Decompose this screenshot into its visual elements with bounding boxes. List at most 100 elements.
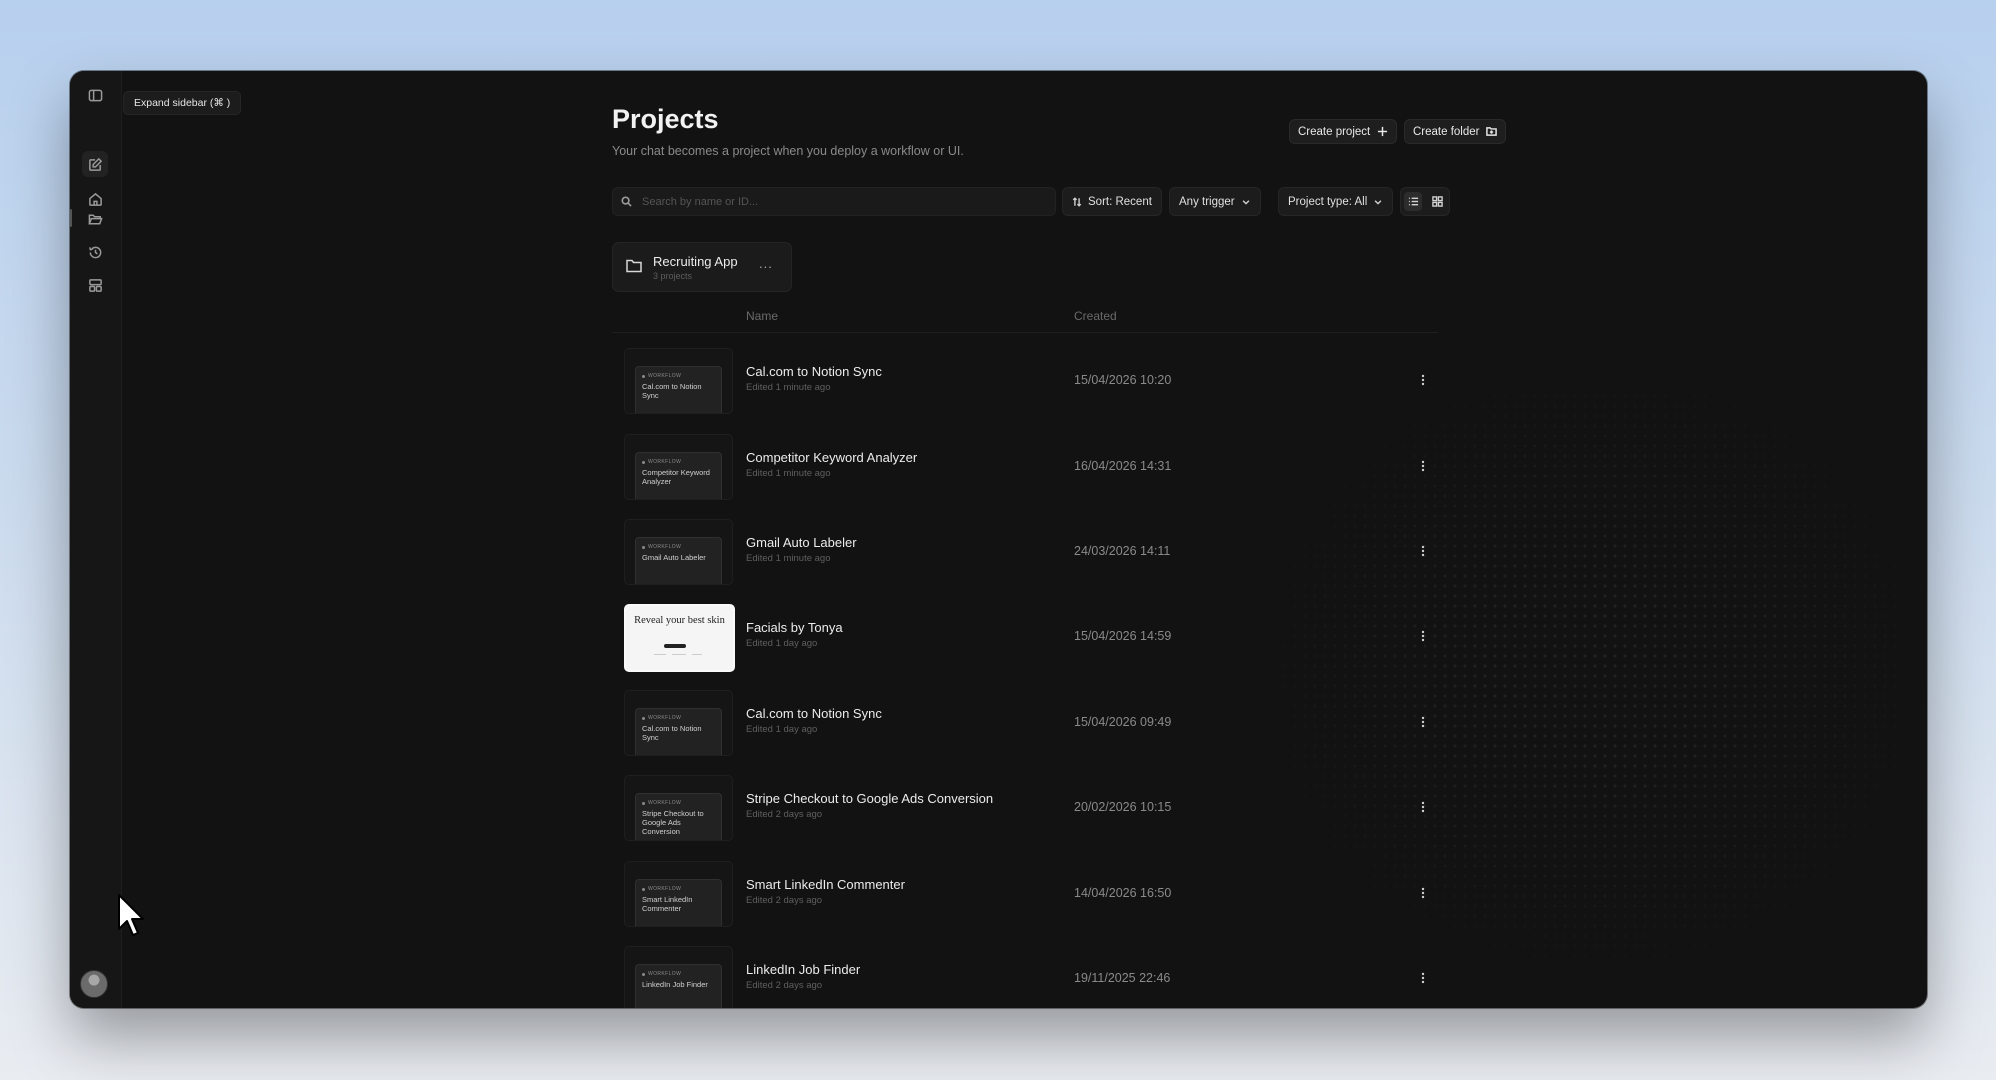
table-row[interactable]: Reveal your best skin Facials by Tonya E… xyxy=(612,604,1438,688)
sort-label: Sort: Recent xyxy=(1088,195,1152,208)
project-edited: Edited 2 days ago xyxy=(746,809,823,820)
row-menu-button[interactable] xyxy=(1416,541,1430,561)
project-name: Cal.com to Notion Sync xyxy=(746,706,882,721)
sort-button[interactable]: Sort: Recent xyxy=(1062,187,1162,216)
table-row[interactable]: WORKFLOW Cal.com to Notion Sync Cal.com t… xyxy=(612,690,1438,774)
project-thumbnail: WORKFLOW Stripe Checkout to Google Ads Co… xyxy=(624,775,733,841)
row-menu-button[interactable] xyxy=(1416,968,1430,988)
project-thumbnail: WORKFLOW Smart LinkedIn Commenter xyxy=(624,861,733,927)
project-created: 15/04/2026 09:49 xyxy=(1074,715,1172,729)
thumbnail-tag: WORKFLOW xyxy=(642,715,715,721)
project-thumbnail: WORKFLOW Competitor Keyword Analyzer xyxy=(624,434,733,500)
project-edited: Edited 2 days ago xyxy=(746,895,823,906)
row-menu-button[interactable] xyxy=(1416,370,1430,390)
row-menu-button[interactable] xyxy=(1416,456,1430,476)
row-menu-button[interactable] xyxy=(1416,712,1430,732)
thumbnail-title: Reveal your best skin xyxy=(634,615,725,626)
project-thumbnail: WORKFLOW LinkedIn Job Finder xyxy=(624,946,733,1008)
table-header: Name Created xyxy=(612,306,1438,333)
more-vertical-icon xyxy=(1421,460,1425,472)
project-edited: Edited 1 day ago xyxy=(746,638,818,649)
folder-open-icon[interactable] xyxy=(82,206,108,232)
app-window: Expand sidebar (⌘ ) Projects Your chat b… xyxy=(70,71,1927,1008)
table-row[interactable]: WORKFLOW Gmail Auto Labeler Gmail Auto La… xyxy=(612,519,1438,603)
table-row[interactable]: WORKFLOW Competitor Keyword Analyzer Comp… xyxy=(612,434,1438,518)
row-menu-button[interactable] xyxy=(1416,797,1430,817)
thumbnail-tag: WORKFLOW xyxy=(642,373,715,379)
page-title: Projects xyxy=(612,104,719,134)
list-view-button[interactable] xyxy=(1404,192,1422,211)
search-input[interactable] xyxy=(640,194,1044,209)
table-row[interactable]: WORKFLOW Stripe Checkout to Google Ads Co… xyxy=(612,775,1438,859)
thumbnail-title: LinkedIn Job Finder xyxy=(642,980,708,989)
thumbnail-title: Stripe Checkout to Google Ads Conversion xyxy=(642,809,704,836)
project-thumbnail: WORKFLOW Cal.com to Notion Sync xyxy=(624,348,733,414)
project-edited: Edited 1 minute ago xyxy=(746,553,831,564)
sidebar-toggle-icon[interactable] xyxy=(82,82,108,108)
thumbnail-tag: WORKFLOW xyxy=(642,971,715,977)
row-menu-button[interactable] xyxy=(1416,883,1430,903)
folder-plus-icon xyxy=(1486,127,1498,136)
search-bar[interactable] xyxy=(612,187,1056,216)
project-created: 19/11/2025 22:46 xyxy=(1074,971,1171,985)
project-edited: Edited 2 days ago xyxy=(746,980,823,991)
folder-name: Recruiting App xyxy=(653,254,738,269)
templates-icon[interactable] xyxy=(82,272,108,298)
table-row[interactable]: WORKFLOW Cal.com to Notion Sync Cal.com t… xyxy=(612,348,1438,432)
more-vertical-icon xyxy=(1421,374,1425,386)
table-row[interactable]: WORKFLOW LinkedIn Job Finder LinkedIn Job… xyxy=(612,946,1438,1008)
thumbnail-line xyxy=(672,654,686,655)
grid-icon xyxy=(1431,196,1443,207)
thumbnail-tag: WORKFLOW xyxy=(642,800,715,806)
folder-card[interactable]: Recruiting App 3 projects ... xyxy=(612,242,792,292)
folder-icon xyxy=(626,259,642,273)
thumbnail-title: Smart LinkedIn Commenter xyxy=(642,895,693,913)
column-header-name[interactable]: Name xyxy=(746,309,778,323)
project-name: Competitor Keyword Analyzer xyxy=(746,450,918,465)
project-created: 16/04/2026 14:31 xyxy=(1074,459,1172,473)
project-type-dropdown[interactable]: Project type: All xyxy=(1278,187,1394,216)
project-type-label: Project type: All xyxy=(1288,195,1368,208)
plus-icon xyxy=(1378,126,1388,137)
more-vertical-icon xyxy=(1421,545,1425,557)
create-project-button[interactable]: Create project xyxy=(1289,119,1398,144)
more-vertical-icon xyxy=(1421,972,1425,984)
list-icon xyxy=(1408,197,1418,206)
expand-sidebar-tooltip: Expand sidebar (⌘ ) xyxy=(123,91,242,115)
project-created: 15/04/2026 10:20 xyxy=(1074,373,1172,387)
trigger-filter-dropdown[interactable]: Any trigger xyxy=(1169,187,1261,216)
thumbnail-title: Cal.com to Notion Sync xyxy=(642,724,702,742)
folder-count: 3 projects xyxy=(653,271,693,281)
project-edited: Edited 1 day ago xyxy=(746,724,818,735)
history-icon[interactable] xyxy=(82,239,108,265)
table-row[interactable]: WORKFLOW Smart LinkedIn Commenter Smart L… xyxy=(612,861,1438,945)
chevron-down-icon xyxy=(1374,199,1382,205)
new-chat-icon[interactable] xyxy=(82,151,108,177)
create-folder-button[interactable]: Create folder xyxy=(1404,119,1507,144)
user-avatar[interactable] xyxy=(80,970,108,998)
project-thumbnail: WORKFLOW Cal.com to Notion Sync xyxy=(624,690,733,756)
active-indicator xyxy=(70,209,72,227)
icon-rail xyxy=(70,71,122,1008)
project-name: LinkedIn Job Finder xyxy=(746,962,861,977)
project-created: 15/04/2026 14:59 xyxy=(1074,629,1172,643)
column-header-created[interactable]: Created xyxy=(1074,309,1117,323)
create-folder-label: Create folder xyxy=(1413,125,1480,138)
project-thumbnail-website: Reveal your best skin xyxy=(624,604,735,672)
row-menu-button[interactable] xyxy=(1416,626,1430,646)
thumbnail-cta-bar xyxy=(664,644,686,648)
create-project-label: Create project xyxy=(1298,125,1371,138)
project-name: Gmail Auto Labeler xyxy=(746,535,857,550)
thumbnail-title: Competitor Keyword Analyzer xyxy=(642,468,710,486)
trigger-filter-label: Any trigger xyxy=(1179,195,1235,208)
folder-menu-button[interactable]: ... xyxy=(759,256,773,271)
project-thumbnail: WORKFLOW Gmail Auto Labeler xyxy=(624,519,733,585)
project-created: 14/04/2026 16:50 xyxy=(1074,886,1172,900)
grid-view-button[interactable] xyxy=(1428,192,1446,211)
more-vertical-icon xyxy=(1421,887,1425,899)
project-created: 20/02/2026 10:15 xyxy=(1074,800,1172,814)
thumbnail-tag: WORKFLOW xyxy=(642,459,715,465)
project-edited: Edited 1 minute ago xyxy=(746,468,831,479)
search-icon xyxy=(621,196,632,207)
project-name: Smart LinkedIn Commenter xyxy=(746,877,905,892)
